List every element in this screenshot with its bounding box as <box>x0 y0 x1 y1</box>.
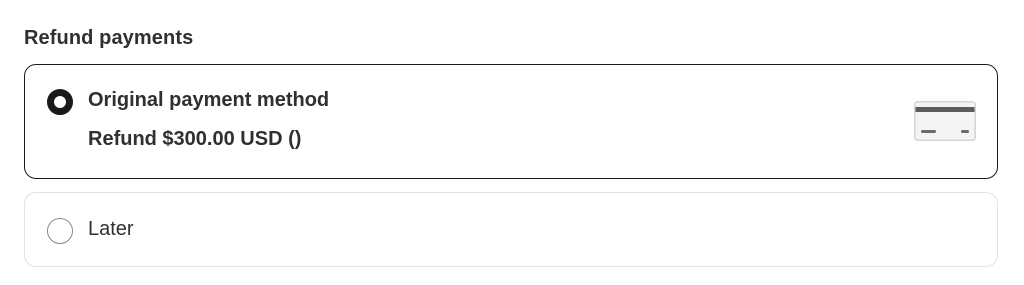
credit-card-icon <box>914 101 976 141</box>
refund-payments-section: Refund payments Original payment method … <box>0 0 1024 285</box>
later-option[interactable]: Later <box>24 192 998 267</box>
radio-unselected-icon[interactable] <box>47 218 73 244</box>
refund-amount-text: Refund $300.00 USD () <box>88 128 302 150</box>
radio-selected-icon[interactable] <box>47 89 73 115</box>
option-title: Original payment method <box>88 89 330 111</box>
option-title: Later <box>88 218 134 240</box>
section-title: Refund payments <box>24 27 194 49</box>
original-payment-method-option[interactable]: Original payment method Refund $300.00 U… <box>24 64 998 179</box>
